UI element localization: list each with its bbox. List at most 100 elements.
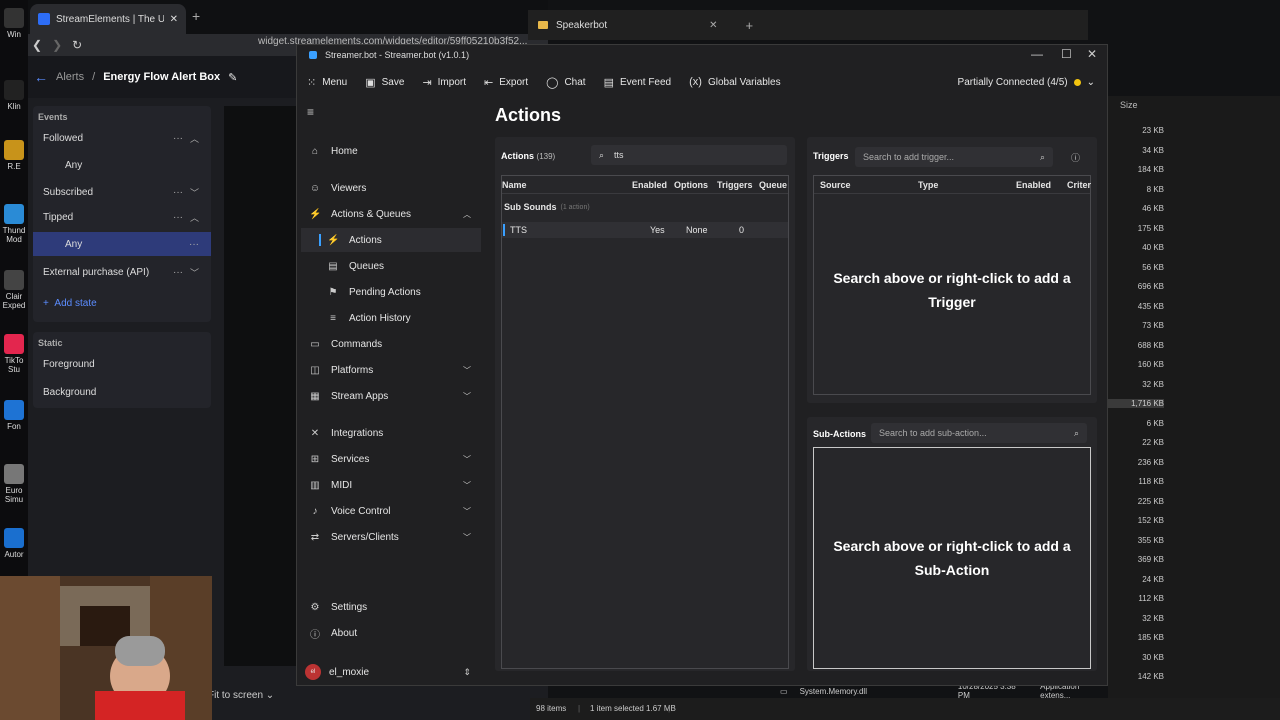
- subaction-search-input[interactable]: Search to add sub-action... ⌕: [871, 423, 1087, 443]
- size-column-header[interactable]: Size: [1120, 100, 1138, 110]
- file-size-cell[interactable]: 32 KB: [1108, 380, 1164, 389]
- file-size-cell[interactable]: 73 KB: [1108, 321, 1164, 330]
- nav-platforms[interactable]: ◫ Platforms ﹀: [301, 358, 481, 382]
- file-size-cell[interactable]: 236 KB: [1108, 458, 1164, 467]
- file-size-cell[interactable]: 22 KB: [1108, 438, 1164, 447]
- event-state-any[interactable]: Any: [33, 153, 211, 177]
- user-profile-button[interactable]: el el_moxie ⇕: [301, 661, 481, 683]
- fit-to-screen-select[interactable]: Fit to screen ⌄: [208, 690, 274, 701]
- close-tab-icon[interactable]: ✕: [170, 14, 178, 25]
- forward-icon[interactable]: ❯: [52, 38, 62, 52]
- static-foreground[interactable]: Foreground: [33, 352, 211, 376]
- chevron-up-icon[interactable]: ︿: [190, 211, 199, 224]
- file-row-system-memory[interactable]: ▭ System.Memory.dll 10/28/2025 3:38 PM A…: [780, 682, 1110, 700]
- maximize-icon[interactable]: ☐: [1061, 47, 1072, 61]
- file-size-cell[interactable]: 32 KB: [1108, 614, 1164, 623]
- table-row[interactable]: TTS Yes None 0: [502, 222, 788, 238]
- col-queue[interactable]: Queue: [759, 180, 787, 190]
- close-icon[interactable]: ✕: [709, 20, 717, 31]
- reload-icon[interactable]: ↻: [72, 38, 82, 52]
- file-size-cell[interactable]: 56 KB: [1108, 263, 1164, 272]
- col-options[interactable]: Options: [674, 180, 708, 190]
- file-size-cell[interactable]: 40 KB: [1108, 243, 1164, 252]
- col-enabled[interactable]: Enabled: [632, 180, 667, 190]
- nav-pending-actions[interactable]: ⚑ Pending Actions: [301, 280, 481, 304]
- info-icon[interactable]: ⓘ: [1071, 151, 1080, 164]
- event-subscribed[interactable]: Subscribed ··· ﹀: [33, 180, 211, 204]
- col-source[interactable]: Source: [820, 180, 851, 190]
- file-size-cell[interactable]: 34 KB: [1108, 146, 1164, 155]
- desktop-shortcut[interactable]: Autor: [2, 528, 26, 559]
- desktop-shortcut[interactable]: Clair Exped: [2, 270, 26, 310]
- file-size-cell[interactable]: 6 KB: [1108, 419, 1164, 428]
- subactions-list[interactable]: Search above or right-click to add a Sub…: [813, 447, 1091, 669]
- file-size-cell[interactable]: 184 KB: [1108, 165, 1164, 174]
- edit-pencil-icon[interactable]: ✎: [228, 71, 237, 84]
- file-size-cell[interactable]: 355 KB: [1108, 536, 1164, 545]
- new-tab-icon[interactable]: +: [746, 18, 754, 33]
- actions-search-input[interactable]: ⌕ tts: [591, 145, 787, 165]
- static-background[interactable]: Background: [33, 380, 211, 404]
- file-size-cell[interactable]: 152 KB: [1108, 516, 1164, 525]
- export-button[interactable]: ⇤ Export: [484, 76, 528, 89]
- file-size-cell[interactable]: 24 KB: [1108, 575, 1164, 584]
- desktop-shortcut[interactable]: Euro Simu: [2, 464, 26, 504]
- file-size-cell[interactable]: 688 KB: [1108, 341, 1164, 350]
- menu-button[interactable]: ⁙ Menu: [307, 76, 347, 89]
- col-name[interactable]: Name: [502, 180, 527, 190]
- file-size-cell[interactable]: 30 KB: [1108, 653, 1164, 662]
- chevron-up-icon[interactable]: ︿: [190, 132, 199, 145]
- file-size-cell[interactable]: 696 KB: [1108, 282, 1164, 291]
- nav-voice-control[interactable]: ♪ Voice Control ﹀: [301, 499, 481, 523]
- add-state-button[interactable]: + Add state: [33, 291, 211, 315]
- file-size-cell[interactable]: 225 KB: [1108, 497, 1164, 506]
- breadcrumb-alerts[interactable]: Alerts: [56, 71, 84, 83]
- more-icon[interactable]: ···: [189, 239, 199, 250]
- file-size-cell[interactable]: 369 KB: [1108, 555, 1164, 564]
- save-button[interactable]: ▣ Save: [365, 76, 404, 89]
- import-button[interactable]: ⇥ Import: [422, 76, 466, 89]
- desktop-shortcut[interactable]: Fon: [2, 400, 26, 431]
- file-size-cell[interactable]: 1,716 KB: [1108, 399, 1164, 408]
- more-icon[interactable]: ···: [173, 187, 183, 198]
- col-enabled[interactable]: Enabled: [1016, 180, 1051, 190]
- chat-button[interactable]: ◯ Chat: [546, 76, 585, 89]
- event-tipped[interactable]: Tipped ··· ︿: [33, 205, 211, 229]
- nav-settings[interactable]: ⚙ Settings: [301, 595, 481, 619]
- more-icon[interactable]: ···: [173, 267, 183, 278]
- file-size-cell[interactable]: 46 KB: [1108, 204, 1164, 213]
- file-size-cell[interactable]: 185 KB: [1108, 633, 1164, 642]
- connection-status[interactable]: Partially Connected (4/5) ⌄: [958, 65, 1095, 99]
- file-size-cell[interactable]: 112 KB: [1108, 594, 1164, 603]
- new-tab-button[interactable]: +: [192, 8, 200, 24]
- nav-actions-queues[interactable]: ⚡ Actions & Queues ︿: [301, 202, 481, 226]
- nav-actions[interactable]: ⚡ Actions: [301, 228, 481, 252]
- chevron-down-icon[interactable]: ﹀: [190, 266, 199, 279]
- file-size-cell[interactable]: 175 KB: [1108, 224, 1164, 233]
- file-size-cell[interactable]: 8 KB: [1108, 185, 1164, 194]
- event-feed-button[interactable]: ▤ Event Feed: [604, 76, 672, 89]
- back-arrow-icon[interactable]: ←: [34, 69, 48, 85]
- event-state-any-selected[interactable]: Any ···: [33, 232, 211, 256]
- more-icon[interactable]: ···: [173, 133, 183, 144]
- col-triggers[interactable]: Triggers: [717, 180, 753, 190]
- desktop-shortcut[interactable]: Win: [2, 8, 26, 39]
- event-external-purchase[interactable]: External purchase (API) ··· ﹀: [33, 260, 211, 284]
- nav-commands[interactable]: ▭ Commands: [301, 332, 481, 356]
- file-size-cell[interactable]: 23 KB: [1108, 126, 1164, 135]
- nav-home[interactable]: ⌂ Home: [301, 139, 481, 163]
- nav-midi[interactable]: ▥ MIDI ﹀: [301, 473, 481, 497]
- file-size-cell[interactable]: 435 KB: [1108, 302, 1164, 311]
- desktop-shortcut[interactable]: R.E: [2, 140, 26, 171]
- nav-viewers[interactable]: ☺ Viewers: [301, 176, 481, 200]
- browser-tab[interactable]: StreamElements | The Ultimate S ✕: [30, 4, 186, 34]
- trigger-search-input[interactable]: Search to add trigger... ⌕: [855, 147, 1053, 167]
- nav-action-history[interactable]: ≡ Action History: [301, 306, 481, 330]
- close-window-icon[interactable]: ✕: [1087, 47, 1097, 61]
- nav-queues[interactable]: ▤ Queues: [301, 254, 481, 278]
- nav-stream-apps[interactable]: ▦ Stream Apps ﹀: [301, 384, 481, 408]
- event-followed[interactable]: Followed ··· ︿: [33, 126, 211, 150]
- nav-servers-clients[interactable]: ⇄ Servers/Clients ﹀: [301, 525, 481, 549]
- nav-services[interactable]: ⊞ Services ﹀: [301, 447, 481, 471]
- chevron-down-icon[interactable]: ﹀: [190, 186, 199, 199]
